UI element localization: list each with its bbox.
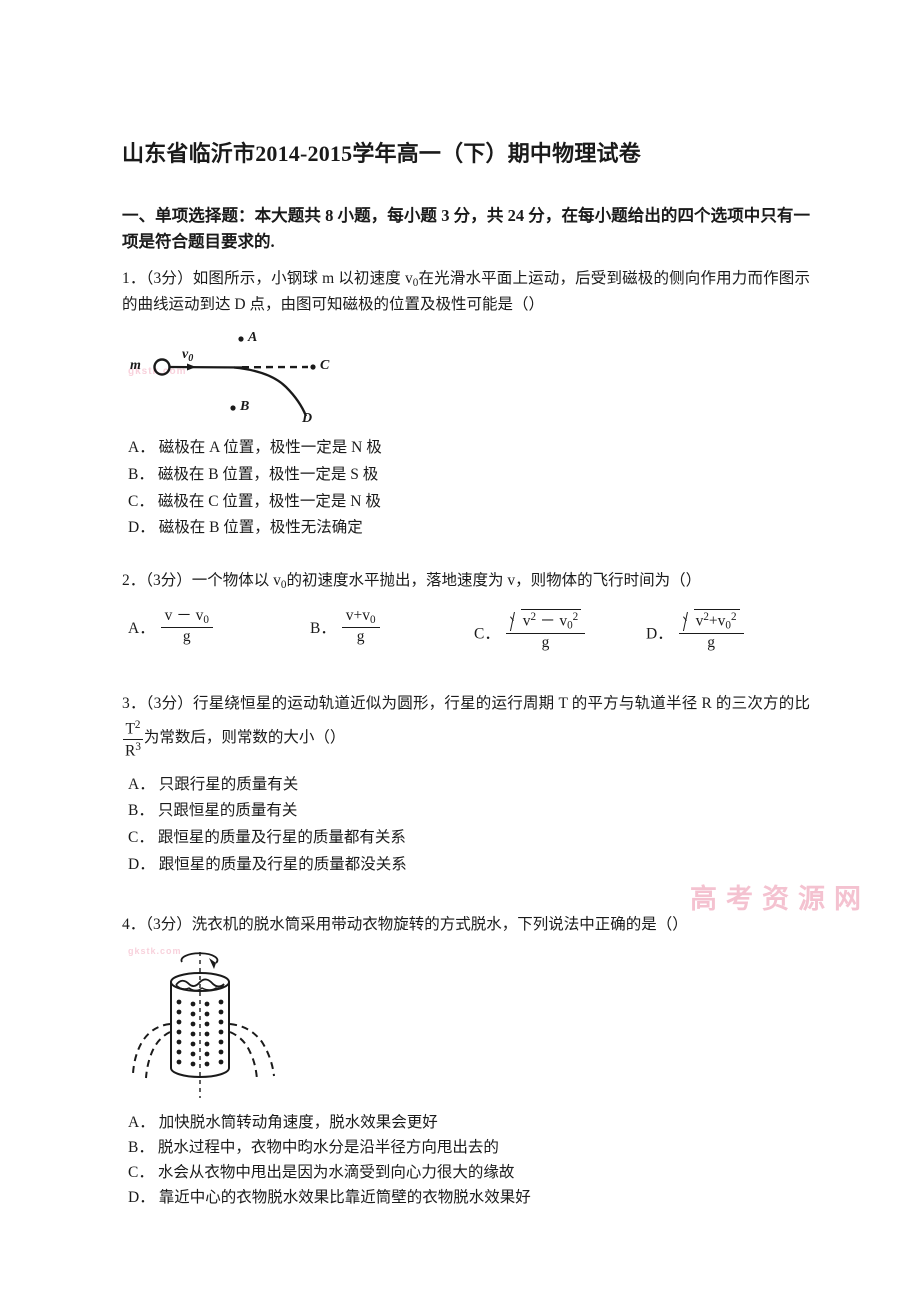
- question-1-number: 1: [122, 270, 130, 288]
- option-3-b[interactable]: B． 只跟恒星的质量有关: [122, 798, 810, 825]
- section-heading: 一、单项选择题：本大题共 8 小题，每小题 3 分，共 24 分，在每小题给出的…: [122, 205, 810, 252]
- option-1-d[interactable]: D． 磁极在 B 位置，极性无法确定: [122, 515, 810, 542]
- question-2-options: A． v － v0 g B． v+v0 g C． v2 － v02 g D． v…: [122, 600, 810, 662]
- option-2-b[interactable]: B． v+v0 g: [310, 607, 382, 646]
- option-3-d[interactable]: D． 跟恒星的质量及行星的质量都没关系: [122, 852, 810, 879]
- option-2-a[interactable]: A． v － v0 g: [128, 607, 215, 646]
- point-c-dot: [310, 364, 316, 370]
- point-b-dot: [230, 405, 236, 411]
- rotation-arrowhead: [209, 957, 216, 969]
- question-4: 4．（3分）洗衣机的脱水筒采用带动衣物旋转的方式脱水，下列说法中正确的是（） A…: [122, 912, 810, 1210]
- option-4-d[interactable]: D． 靠近中心的衣物脱水效果比靠近筒壁的衣物脱水效果好: [122, 1185, 810, 1210]
- question-3-number: 3: [122, 695, 130, 713]
- square-root-icon: v2 － v02: [510, 608, 582, 632]
- straight-path: [169, 366, 246, 369]
- option-2-c[interactable]: C． v2 － v02 g: [474, 608, 587, 651]
- figure-label-a: A: [248, 330, 258, 346]
- question-3-score: （3分）: [145, 695, 194, 713]
- question-1-figure: m v0 A B C D: [130, 325, 400, 429]
- question-3-stem: 3．（3分）行星绕恒星的运动轨道近似为圆形，行星的运行周期 T 的平方与轨道半径…: [122, 695, 810, 760]
- question-4-score: （3分）: [145, 916, 192, 934]
- spin-drum-svg: [132, 951, 275, 1098]
- figure-label-v0: v0: [182, 347, 194, 365]
- option-3-c[interactable]: C． 跟恒星的质量及行星的质量都有关系: [122, 825, 810, 852]
- question-4-options: A． 加快脱水筒转动角速度，脱水效果会更好 B． 脱水过程中，衣物中昀水分是沿半径方…: [122, 1110, 810, 1210]
- figure-label-c: C: [320, 358, 330, 374]
- figure-label-m: m: [130, 358, 141, 374]
- ratio-fraction-t2r3: T2 R3: [123, 719, 143, 760]
- curved-trajectory-svg: [153, 336, 316, 417]
- document-body: 山东省临沂市2014-2015学年高一（下）期中物理试卷 一、单项选择题：本大题…: [122, 140, 810, 1216]
- question-1-options: A． 磁极在 A 位置，极性一定是 N 极 B． 磁极在 B 位置，极性一定是 S …: [122, 435, 810, 542]
- page-title: 山东省临沂市2014-2015学年高一（下）期中物理试卷: [122, 141, 641, 166]
- water-spray-right-outer: [229, 1022, 275, 1076]
- question-4-stem: 4．（3分）洗衣机的脱水筒采用带动衣物旋转的方式脱水，下列说法中正确的是（）: [122, 916, 688, 934]
- velocity-arrowhead: [187, 363, 196, 371]
- option-4-b[interactable]: B． 脱水过程中，衣物中昀水分是沿半径方向甩出去的: [122, 1135, 810, 1160]
- option-1-b[interactable]: B． 磁极在 B 位置，极性一定是 S 极: [122, 462, 810, 489]
- question-1-text-a: 如图所示，小钢球 m 以初速度 v: [192, 270, 413, 288]
- question-2-score: （3分）: [145, 571, 192, 589]
- document-page: 高考资源网 gkstk.com gkstk.com 山东省临沂市2014-201…: [0, 0, 920, 1302]
- question-4-number: 4: [122, 916, 130, 934]
- square-root-icon: v2+v02: [683, 608, 740, 632]
- option-2-d[interactable]: D． v2+v02 g: [646, 608, 746, 651]
- question-1-score: （3分）: [145, 270, 193, 288]
- question-2: 2．（3分）一个物体以 v0的初速度水平抛出，落地速度为 v，则物体的飞行时间为…: [122, 568, 810, 662]
- formula-fraction-b: v+v0 g: [341, 607, 380, 646]
- question-1: 1．（3分）如图所示，小钢球 m 以初速度 v0在光滑水平面上运动，后受到磁极的…: [122, 266, 810, 542]
- option-1-c[interactable]: C． 磁极在 C 位置，极性一定是 N 极: [122, 489, 810, 516]
- steel-ball-icon: [153, 358, 171, 377]
- water-spray-left-inner: [145, 1030, 171, 1078]
- water-spray-left-outer: [132, 1022, 171, 1074]
- option-4-a[interactable]: A． 加快脱水筒转动角速度，脱水效果会更好: [122, 1110, 810, 1135]
- point-a-dot: [238, 336, 244, 342]
- option-3-a[interactable]: A． 只跟行星的质量有关: [122, 772, 810, 799]
- question-4-figure: [130, 946, 320, 1104]
- figure-label-b: B: [240, 399, 250, 415]
- option-4-c[interactable]: C． 水会从衣物中甩出是因为水滴受到向心力很大的缘故: [122, 1160, 810, 1185]
- formula-fraction-d: v2+v02 g: [678, 608, 744, 651]
- question-2-number: 2: [122, 571, 130, 589]
- formula-fraction-c: v2 － v02 g: [505, 608, 586, 651]
- water-spray-right-inner: [229, 1030, 258, 1080]
- question-2-stem: 2．（3分）一个物体以 v0的初速度水平抛出，落地速度为 v，则物体的飞行时间为…: [122, 571, 702, 592]
- question-3-options: A． 只跟行星的质量有关 B． 只跟恒星的质量有关 C． 跟恒星的质量及行星的质量都有…: [122, 772, 810, 879]
- option-1-a[interactable]: A． 磁极在 A 位置，极性一定是 N 极: [122, 435, 810, 462]
- figure-label-d: D: [302, 411, 313, 427]
- question-3: 3．（3分）行星绕恒星的运动轨道近似为圆形，行星的运行周期 T 的平方与轨道半径…: [122, 688, 810, 878]
- question-1-stem: 1．（3分）如图所示，小钢球 m 以初速度 v0在光滑水平面上运动，后受到磁极的…: [122, 270, 810, 314]
- formula-fraction-a: v － v0 g: [160, 607, 213, 646]
